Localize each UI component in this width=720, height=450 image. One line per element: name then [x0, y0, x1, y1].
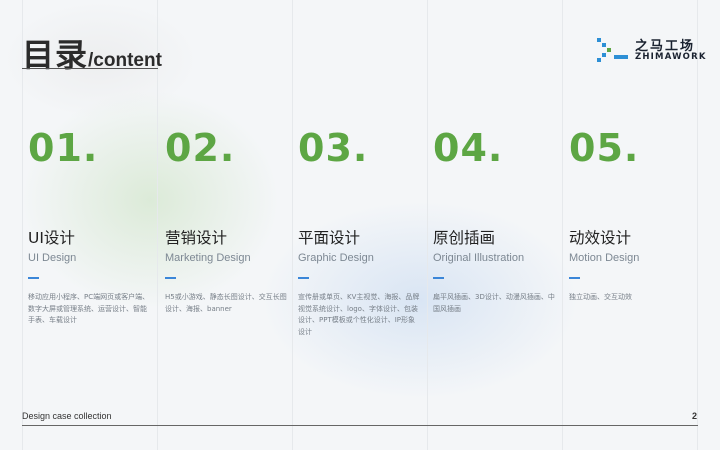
section-accent-dash	[28, 277, 39, 279]
title-underline	[22, 68, 158, 69]
section-accent-dash	[433, 277, 444, 279]
section-title-cn: 平面设计	[298, 229, 361, 247]
section-description: 宣传册或单页、KV主视觉、海报、品牌视觉系统设计、logo、字体设计、包装设计、…	[298, 293, 420, 336]
section-description: 移动应用小程序、PC端网页或客户端、数字大屏或管理系统、运营设计、智能手表、车载…	[28, 293, 150, 324]
section-title-en: Motion Design	[569, 252, 640, 264]
background-glow	[20, 90, 280, 310]
section-accent-dash	[569, 277, 580, 279]
brand-logo: 之马工场 ZHIMAWORK	[597, 38, 705, 62]
section-number: 05.	[569, 126, 640, 170]
section-title-cn: 动效设计	[569, 229, 632, 247]
footer-divider	[22, 425, 698, 426]
section-title-en: Original Illustration	[433, 252, 525, 264]
section-description: H5或小游戏、静态长图设计、交互长图设计、海报、banner	[165, 293, 287, 313]
section-number: 02.	[165, 126, 236, 170]
section-title-cn: 营销设计	[165, 229, 228, 247]
section-title-cn: UI设计	[28, 229, 75, 247]
section-description: 扁平风插画、3D设计、动漫风插画、中国风插画	[433, 293, 555, 313]
section-number: 03.	[298, 126, 369, 170]
brand-mark-icon	[597, 38, 628, 62]
section-accent-dash	[298, 277, 309, 279]
section-number: 01.	[28, 126, 99, 170]
section-title-en: Marketing Design	[165, 252, 251, 264]
section-accent-dash	[165, 277, 176, 279]
section-title-en: UI Design	[28, 252, 77, 264]
section-description: 独立动画、交互动效	[569, 293, 632, 301]
brand-name-en: ZHIMAWORK	[635, 52, 707, 62]
column-divider	[697, 0, 698, 450]
page-number: 2	[692, 411, 698, 421]
column-divider	[562, 0, 563, 450]
column-divider	[292, 0, 293, 450]
section-number: 04.	[433, 126, 504, 170]
section-title-en: Graphic Design	[298, 252, 374, 264]
column-divider	[427, 0, 428, 450]
section-title-cn: 原创插画	[433, 229, 496, 247]
page-title: 目录/content	[22, 30, 162, 76]
footer-caption: Design case collection	[22, 411, 112, 421]
